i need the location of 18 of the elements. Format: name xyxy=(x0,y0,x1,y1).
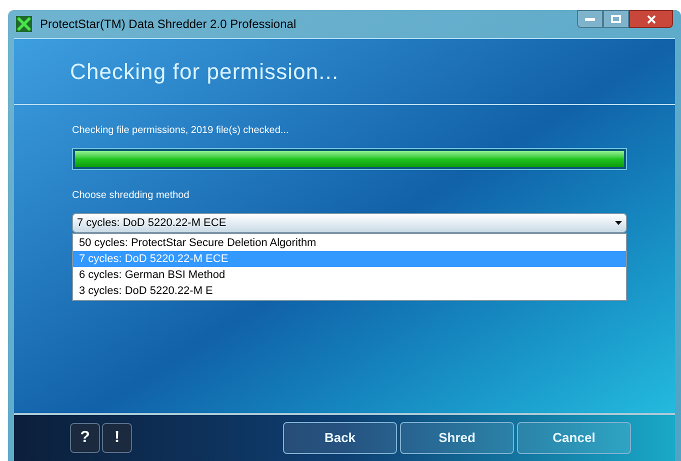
dropdown-option[interactable]: 50 cycles: ProtectStar Secure Deletion Algorithm xyxy=(73,235,626,251)
page-heading: Checking for permission... xyxy=(70,58,339,86)
method-dropdown[interactable]: 7 cycles: DoD 5220.22-M ECE xyxy=(72,213,627,233)
close-icon xyxy=(646,14,656,24)
maximize-button[interactable] xyxy=(603,10,629,28)
dropdown-option[interactable]: 6 cycles: German BSI Method xyxy=(73,267,626,283)
field-label: Choose shredding method xyxy=(72,189,190,203)
help-button[interactable]: ? xyxy=(70,423,100,453)
status-text: Checking file permissions, 2019 file(s) checked... xyxy=(72,124,290,138)
app-icon xyxy=(16,16,32,32)
shred-button[interactable]: Shred xyxy=(400,422,514,454)
dropdown-arrow-icon xyxy=(615,221,622,225)
help-button[interactable]: ! xyxy=(102,423,132,453)
dropdown-option[interactable]: 3 cycles: DoD 5220.22-M E xyxy=(73,283,626,299)
window-title: ProtectStar(TM) Data Shredder 2.0 Professional xyxy=(40,16,296,33)
back-button[interactable]: Back xyxy=(283,422,397,454)
close-button[interactable] xyxy=(629,10,673,28)
minimize-button[interactable] xyxy=(577,10,603,28)
